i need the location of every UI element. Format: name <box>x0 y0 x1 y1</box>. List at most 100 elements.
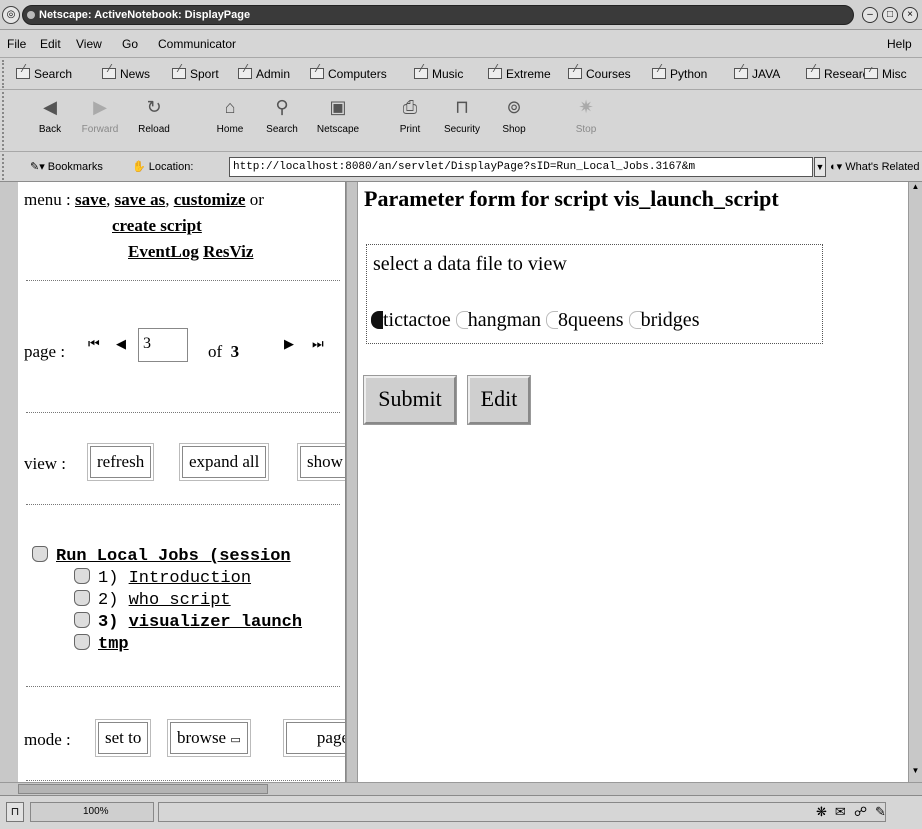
browse-select[interactable]: browse ▭ <box>167 719 251 757</box>
url-input[interactable]: http://localhost:8080/an/servlet/Display… <box>229 157 813 177</box>
frame-splitter[interactable] <box>346 182 358 782</box>
next-page-icon[interactable]: ▶ <box>284 336 294 352</box>
right-scrollbar[interactable]: ▲ ▼ <box>908 182 922 782</box>
customize-link[interactable]: customize <box>174 190 246 209</box>
status-message <box>158 802 886 822</box>
bookmark-folder-java[interactable]: JAVA <box>734 67 780 81</box>
toolbar-grip[interactable] <box>2 60 8 88</box>
navigator-icon[interactable]: ❋ <box>816 804 835 819</box>
menu-communicator[interactable]: Communicator <box>158 37 236 51</box>
tree-item-tmp[interactable]: tmp <box>74 634 129 654</box>
prev-page-icon[interactable]: ◀ <box>116 336 126 352</box>
minimize-icon[interactable]: – <box>862 7 878 23</box>
bookmark-folder-search[interactable]: Search <box>16 67 72 81</box>
discussion-icon[interactable]: ☍ <box>854 804 875 819</box>
bookmark-folder-admin[interactable]: Admin <box>238 67 290 81</box>
page-number-input[interactable]: 3 <box>138 328 188 362</box>
bookmark-icon: ✎▾ <box>30 161 48 173</box>
radio-group: tictactoe hangman 8queens bridges <box>371 309 699 332</box>
navigation-toolbar: ◀ Back ▶ Forward ↻ Reload ⌂ Home ⚲ Search ▣ Ne… <box>0 90 922 152</box>
bookmark-folder-courses[interactable]: Courses <box>568 67 631 81</box>
hand-icon <box>74 590 90 606</box>
bookmarks-button[interactable]: ✎▾ Bookmarks <box>30 160 103 173</box>
composer-icon[interactable]: ✎ <box>875 804 894 819</box>
resviz-link[interactable]: ResViz <box>203 242 253 261</box>
window-title: Netscape: ActiveNotebook: DisplayPage <box>22 5 854 25</box>
whats-related-button[interactable]: ◐▾ What's Related <box>830 160 919 173</box>
menu-go[interactable]: Go <box>122 37 138 51</box>
folder-icon <box>310 68 324 79</box>
left-scroll-thumb[interactable] <box>18 784 268 794</box>
refresh-button[interactable]: refresh <box>86 443 155 481</box>
scroll-up-icon[interactable]: ▲ <box>910 182 921 194</box>
stop-button[interactable]: ✷ Stop <box>560 96 612 135</box>
last-page-icon[interactable]: ⏭ <box>312 336 324 352</box>
bookmark-folder-misc[interactable]: Misc <box>864 67 920 81</box>
menu-file[interactable]: File <box>7 37 26 51</box>
save-as-link[interactable]: save as <box>115 190 166 209</box>
security-button[interactable]: ⊓ Security <box>436 96 488 135</box>
home-icon: ⌂ <box>224 97 236 117</box>
scroll-down-icon[interactable]: ▼ <box>910 766 921 778</box>
url-dropdown-icon[interactable]: ▼ <box>814 157 826 177</box>
status-bar: ⊓ 100% ❋✉☍✎ <box>0 795 922 829</box>
mail-icon[interactable]: ✉ <box>835 804 854 819</box>
tree-item-visualizer-launch[interactable]: 3) visualizer_launch <box>74 612 302 632</box>
set-to-button[interactable]: set to <box>94 719 152 757</box>
radio-bridges[interactable] <box>628 311 641 329</box>
forward-button[interactable]: ▶ Forward <box>74 96 126 135</box>
left-edge <box>0 182 18 782</box>
bookmark-folder-python[interactable]: Python <box>652 67 707 81</box>
horizontal-scrollbars[interactable] <box>0 782 922 795</box>
expand-all-button[interactable]: expand all <box>178 443 270 481</box>
show-button[interactable]: show <box>297 443 345 481</box>
divider <box>26 412 340 413</box>
reload-button[interactable]: ↻ Reload <box>128 96 180 135</box>
back-button[interactable]: ◀ Back <box>24 96 76 135</box>
view-label: view : <box>24 454 67 473</box>
bookmark-folder-extreme[interactable]: Extreme <box>488 67 551 81</box>
tree-item-who-script[interactable]: 2) who_script <box>74 590 231 610</box>
toolbar-grip[interactable] <box>2 92 8 150</box>
stop-icon: ✷ <box>578 97 594 117</box>
folder-icon <box>734 68 748 79</box>
submit-button[interactable]: Submit <box>363 375 457 425</box>
tree-item-introduction[interactable]: 1) Introduction <box>74 568 251 588</box>
tree-root[interactable]: Run_Local_Jobs (session <box>32 546 291 566</box>
netscape-button[interactable]: ▣ Netscape <box>312 96 364 135</box>
save-link[interactable]: save <box>75 190 106 209</box>
edit-button[interactable]: Edit <box>467 375 531 425</box>
hand-icon <box>74 634 90 650</box>
bookmark-folder-sport[interactable]: Sport <box>172 67 219 81</box>
eventlog-link[interactable]: EventLog <box>128 242 199 261</box>
print-button[interactable]: ⎙ Print <box>384 96 436 135</box>
toolbar-grip[interactable] <box>2 154 8 180</box>
menu-edit[interactable]: Edit <box>40 37 61 51</box>
hand-icon <box>32 546 48 562</box>
shop-button[interactable]: ⊚ Shop <box>488 96 540 135</box>
create-script-link[interactable]: create script <box>112 216 202 236</box>
page-button[interactable]: page <box>283 719 345 757</box>
window-menu-icon[interactable]: ◎ <box>2 6 20 24</box>
shop-icon: ⊚ <box>506 97 522 117</box>
home-button[interactable]: ⌂ Home <box>204 96 256 135</box>
menu-view[interactable]: View <box>76 37 102 51</box>
divider <box>26 504 340 505</box>
maximize-icon[interactable]: □ <box>882 7 898 23</box>
folder-icon <box>414 68 428 79</box>
bookmark-folder-news[interactable]: News <box>102 67 150 81</box>
whats-related-icon: ◐▾ <box>830 161 846 173</box>
radio-hangman[interactable] <box>455 311 468 329</box>
back-arrow-icon: ◀ <box>43 97 57 117</box>
location-label: ✋ Location: <box>132 161 194 173</box>
close-icon[interactable]: × <box>902 7 918 23</box>
print-icon: ⎙ <box>402 97 418 117</box>
first-page-icon[interactable]: ⏮ <box>88 336 100 352</box>
security-lock-icon[interactable]: ⊓ <box>6 802 24 822</box>
bookmark-folder-computers[interactable]: Computers <box>310 67 387 81</box>
search-button[interactable]: ⚲ Search <box>256 96 308 135</box>
menu-help[interactable]: Help <box>887 37 912 51</box>
bookmark-folder-music[interactable]: Music <box>414 67 463 81</box>
radio-8queens[interactable] <box>546 311 559 329</box>
radio-tictactoe[interactable] <box>371 311 383 329</box>
